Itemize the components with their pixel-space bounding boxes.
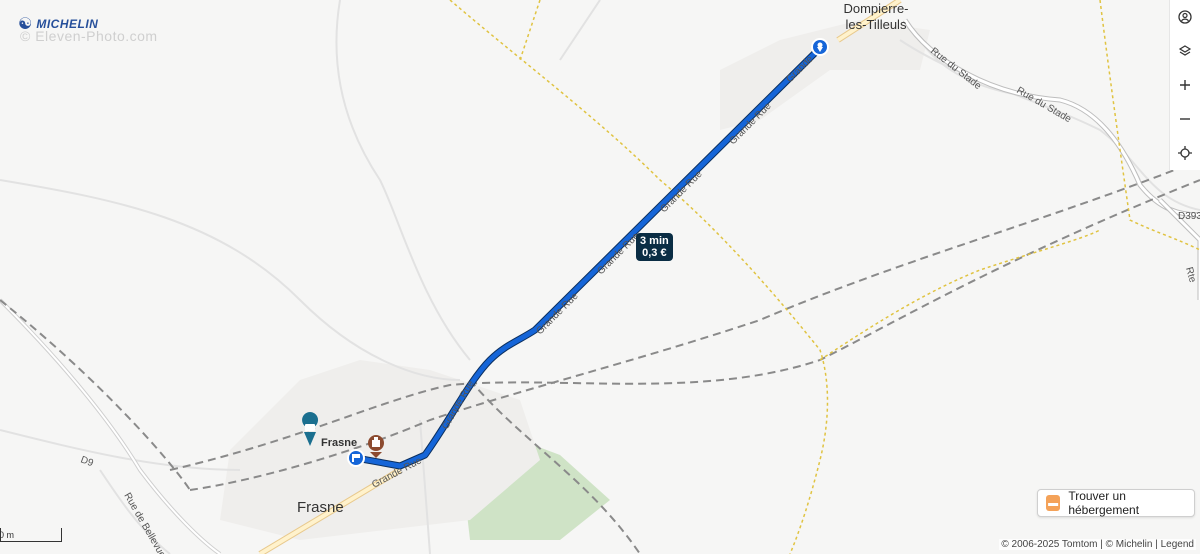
place-label-frasne: Frasne (297, 499, 344, 516)
station-label: Frasne (321, 437, 357, 449)
locate-icon[interactable] (1170, 136, 1200, 170)
zoom-out-icon[interactable] (1170, 102, 1200, 136)
watermark: © Eleven-Photo.com (20, 28, 158, 44)
find-lodging-label: Trouver un hébergement (1068, 489, 1140, 517)
zoom-in-icon[interactable] (1170, 68, 1200, 102)
bed-icon: ▬ (1046, 495, 1061, 511)
place-label-destination-1: Dompierre- (843, 1, 908, 16)
start-marker-icon[interactable] (347, 449, 365, 467)
route-summary-badge[interactable]: 3 min 0,3 € (636, 233, 673, 261)
layers-icon[interactable] (1170, 34, 1200, 68)
scale-bar: 0 m (0, 528, 62, 542)
user-icon[interactable] (1170, 0, 1200, 34)
route-duration: 3 min (640, 235, 669, 247)
map-controls (1169, 0, 1200, 170)
destination-marker-icon[interactable] (811, 38, 829, 56)
scale-label: 0 m (0, 530, 15, 540)
attribution[interactable]: © 2006-2025 Tomtom | © Michelin | Legend (999, 539, 1196, 550)
place-label-destination-2: les-Tilleuls (846, 17, 907, 32)
find-lodging-button[interactable]: ▬ Trouver un hébergement (1037, 489, 1195, 517)
route-cost: 0,3 € (642, 247, 667, 259)
road-label-d393: D393 (1178, 211, 1200, 222)
map-canvas[interactable]: Grande Rue Grande Rue Grande Rue Grande … (0, 0, 1200, 554)
